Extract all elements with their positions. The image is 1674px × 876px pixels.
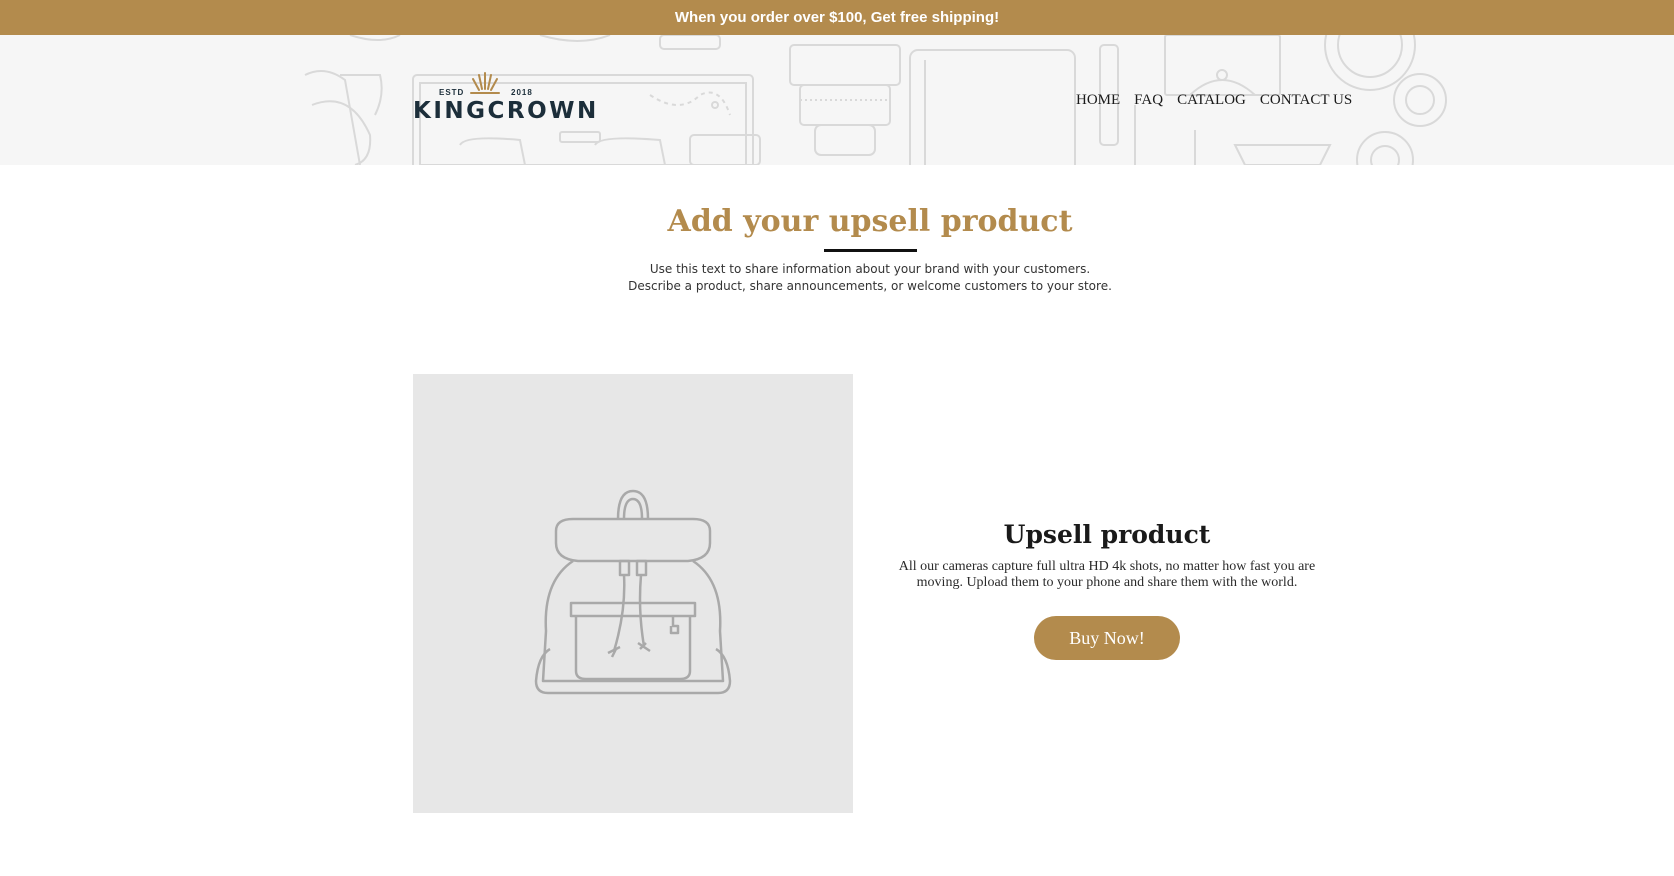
logo-year: 2018 [511,88,533,97]
product-info: Upsell product All our cameras capture f… [870,520,1344,660]
section-description-line-1: Use this text to share information about… [649,262,1091,276]
backpack-icon [534,489,732,695]
product-title: Upsell product [1003,520,1211,549]
nav-contact-us[interactable]: CONTACT US [1260,92,1352,109]
announcement-bar: When you order over $100, Get free shipp… [0,0,1674,35]
section-description-line-2: Describe a product, share announcements,… [628,279,1112,293]
logo-estd: ESTD [439,88,465,97]
site-header: ESTD 2018 KINGCROWN HOME FAQ CATALOG CON… [0,35,1674,165]
product-description-line-2: moving. Upload them to your phone and sh… [916,575,1298,590]
heading-divider [824,249,917,252]
product-description-line-1: All our cameras capture full ultra HD 4k… [898,559,1316,574]
product-image[interactable] [413,374,853,813]
nav-catalog[interactable]: CATALOG [1177,92,1246,109]
crown-icon [470,72,500,94]
product-description: All our cameras capture full ultra HD 4k… [870,559,1344,591]
section-description: Use this text to share information about… [0,261,1674,295]
logo-wordmark: KINGCROWN [413,98,599,124]
main-nav: HOME FAQ CATALOG CONTACT US [1076,92,1352,109]
logo[interactable]: ESTD 2018 KINGCROWN [413,71,596,129]
section-heading: Add your upsell product [667,204,1073,239]
announcement-text: When you order over $100, Get free shipp… [674,9,1000,26]
nav-faq[interactable]: FAQ [1134,92,1163,109]
nav-home[interactable]: HOME [1076,92,1120,109]
buy-now-button[interactable]: Buy Now! [1034,616,1180,660]
header-background-illustration [304,35,1447,165]
